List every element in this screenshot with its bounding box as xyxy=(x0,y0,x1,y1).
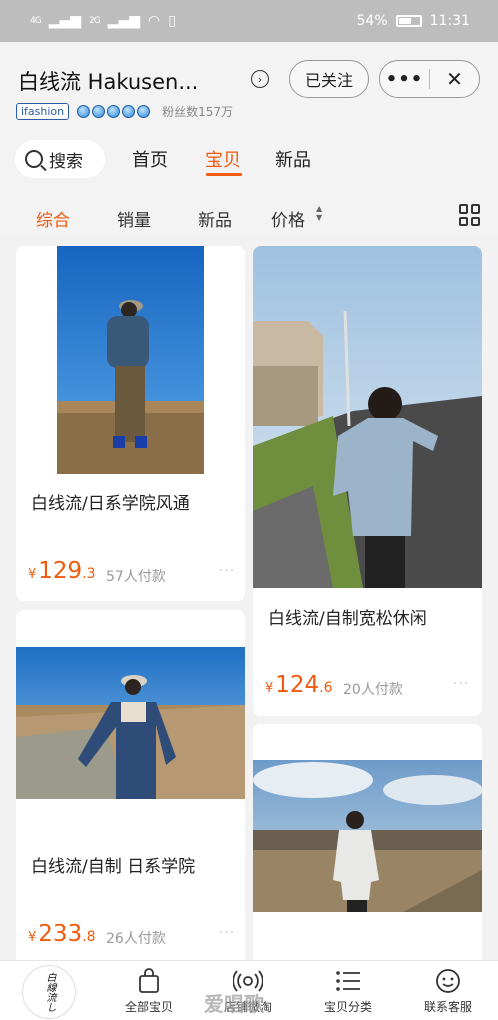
capsule-menu: ••• ✕ xyxy=(379,60,480,98)
battery-icon xyxy=(395,15,422,27)
nav-customer-service[interactable]: 联系客服 xyxy=(408,967,488,1015)
grid-view-icon[interactable] xyxy=(459,204,481,226)
product-price: ¥ 233 .8 xyxy=(28,921,96,947)
sort-overall[interactable]: 综合 xyxy=(36,206,70,231)
clock: 11:31 xyxy=(429,13,470,29)
close-icon[interactable]: ✕ xyxy=(430,67,479,91)
list-icon xyxy=(335,967,361,995)
status-bar: 4G ▂▄▆ 2G ▂▄▆ ◠ ▯ 54% 11:31 xyxy=(0,0,498,42)
sort-new[interactable]: 新品 xyxy=(198,206,232,231)
follow-button[interactable]: 已关注 xyxy=(289,60,369,98)
signal-icon: 4G xyxy=(30,16,42,26)
sold-count: 26人付款 xyxy=(106,931,166,947)
product-price: ¥ 129 .3 xyxy=(28,558,96,584)
signal-bars-icon-2: ▂▄▆ xyxy=(107,13,141,29)
sort-arrows-icon: ▲ ▼ xyxy=(316,204,323,222)
vibrate-icon: ▯ xyxy=(168,13,176,29)
more-icon[interactable]: ··· xyxy=(453,676,469,692)
chevron-right-icon[interactable]: › xyxy=(251,70,269,88)
nav-all-items[interactable]: 全部宝贝 xyxy=(109,967,189,1015)
tab-home[interactable]: 首页 xyxy=(132,146,168,172)
badge-row: ifashion 粉丝数157万 xyxy=(16,103,233,120)
search-icon xyxy=(25,150,43,168)
product-image xyxy=(253,246,482,588)
active-tab-indicator xyxy=(206,173,242,176)
more-icon[interactable]: ··· xyxy=(219,925,235,941)
product-card[interactable] xyxy=(253,724,482,970)
watermark: 爱唱歌 xyxy=(204,992,264,1016)
wifi-icon: ◠ xyxy=(148,13,161,29)
chat-smile-icon xyxy=(435,967,461,995)
tab-items[interactable]: 宝贝 xyxy=(205,146,241,172)
product-image xyxy=(16,647,245,799)
product-price: ¥ 124 .6 xyxy=(265,672,333,698)
product-card[interactable]: 白线流/自制 日系学院 ¥ 233 .8 26人付款 ··· xyxy=(16,610,245,970)
signal-icon-2: 2G xyxy=(89,16,101,26)
signal-bars-icon: ▂▄▆ xyxy=(48,13,82,29)
product-card[interactable]: 白线流/日系学院风通 ¥ 129 .3 57人付款 ··· xyxy=(16,246,245,601)
shopping-bag-icon xyxy=(137,967,161,995)
ifashion-badge: ifashion xyxy=(16,103,70,120)
crown-rating-icon xyxy=(77,105,151,118)
shop-name[interactable]: 白线流 Hakusen... xyxy=(18,66,198,96)
sold-count: 57人付款 xyxy=(106,569,166,585)
product-title[interactable]: 白线流/日系学院风通 xyxy=(31,489,190,514)
product-card[interactable]: 白线流/自制宽松休闲 ¥ 124 .6 20人付款 ··· xyxy=(253,246,482,716)
product-title[interactable]: 白线流/自制宽松休闲 xyxy=(268,604,427,629)
tab-new[interactable]: 新品 xyxy=(275,146,311,172)
sort-price[interactable]: 价格 xyxy=(271,206,305,231)
more-icon[interactable]: ··· xyxy=(219,563,235,579)
search-button[interactable]: 搜索 xyxy=(15,140,105,178)
product-title[interactable]: 白线流/自制 日系学院 xyxy=(31,852,195,877)
nav-categories[interactable]: 宝贝分类 xyxy=(308,967,388,1015)
product-image xyxy=(57,246,204,474)
sold-count: 20人付款 xyxy=(343,682,403,698)
battery-percent: 54% xyxy=(356,13,388,29)
fans-count: 粉丝数157万 xyxy=(162,105,234,119)
sort-sales[interactable]: 销量 xyxy=(117,206,151,231)
product-image xyxy=(253,760,482,912)
search-label: 搜索 xyxy=(49,151,83,172)
shop-logo[interactable]: 白線流し xyxy=(22,965,76,1019)
shop-header: 白线流 Hakusen... › 已关注 ••• ✕ ifashion 粉丝数1… xyxy=(0,42,498,235)
more-icon[interactable]: ••• xyxy=(380,69,429,90)
